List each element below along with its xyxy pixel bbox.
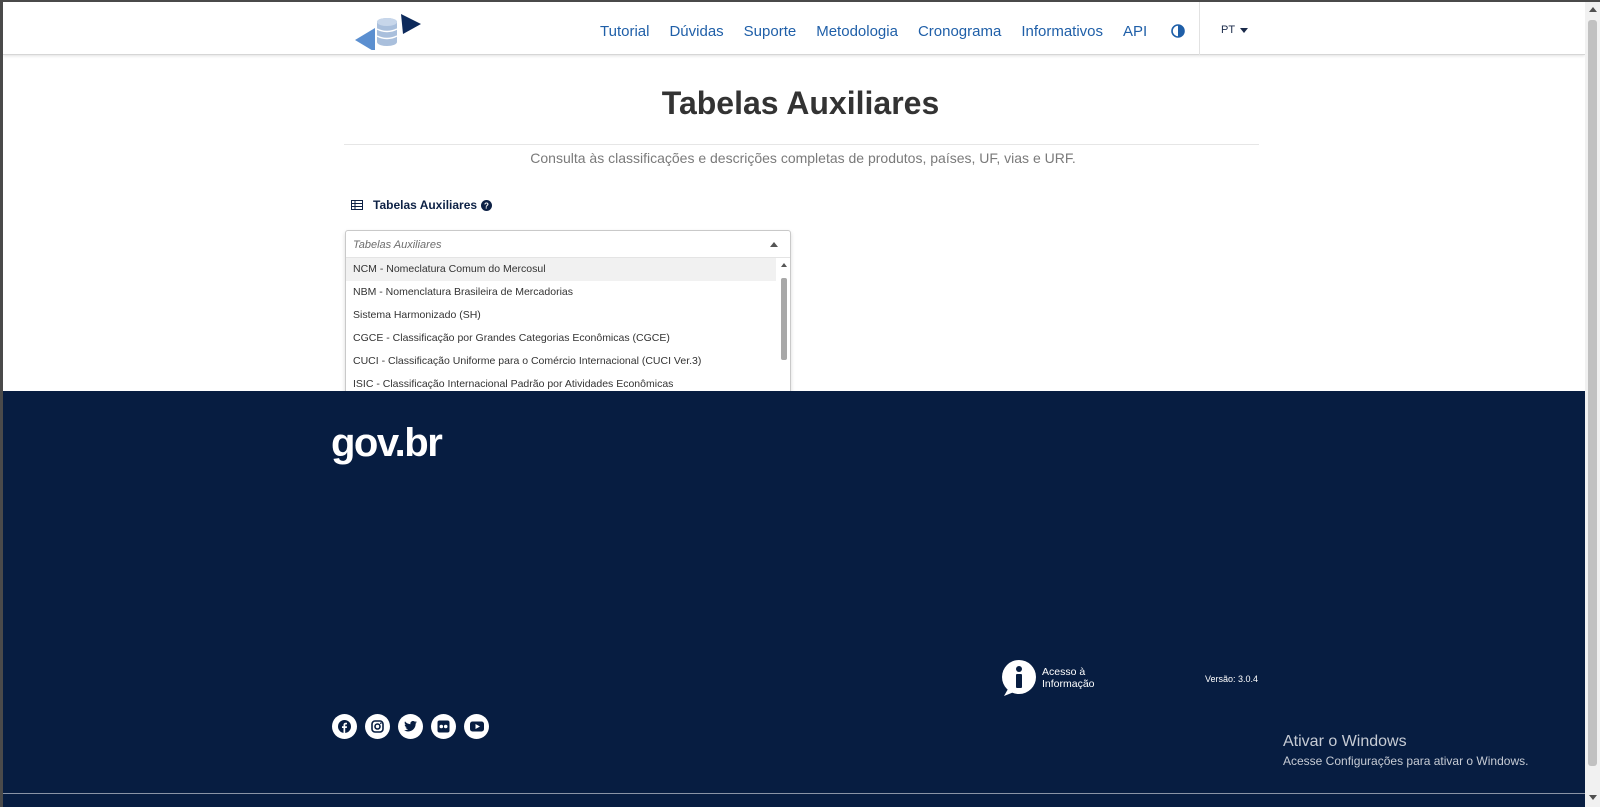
acesso-text: Acesso à Informação [1042,666,1102,690]
scroll-up-arrow-icon[interactable] [781,263,787,267]
select-placeholder: Tabelas Auxiliares [353,239,442,251]
scroll-up-arrow-icon[interactable] [1589,7,1597,12]
scrollbar-thumb[interactable] [781,278,787,360]
acesso-line-1: Acesso à [1042,666,1086,678]
select-option[interactable]: CGCE - Classificação por Grandes Categor… [346,327,776,350]
activation-line-1: Ativar o Windows [1283,733,1407,750]
nav-metodologia[interactable]: Metodologia [816,23,898,40]
nav-api[interactable]: API [1123,23,1147,40]
page-scrollbar[interactable] [1585,2,1600,807]
contrast-icon[interactable] [1171,24,1185,38]
facebook-icon[interactable] [332,714,357,739]
browser-viewport: Tutorial Dúvidas Suporte Metodologia Cro… [3,2,1585,807]
site-header: Tutorial Dúvidas Suporte Metodologia Cro… [3,2,1585,55]
svg-text:?: ? [484,201,489,210]
flickr-icon[interactable] [431,714,456,739]
footer-divider [3,793,1585,794]
page-title: Tabelas Auxiliares [661,85,940,121]
scroll-down-arrow-icon[interactable] [1589,795,1597,800]
database-logo[interactable] [353,10,423,50]
windows-activation-watermark: Ativar o Windows Acesse Configurações pa… [1283,733,1528,768]
caret-up-icon[interactable] [770,242,778,247]
page-scrollbar-thumb[interactable] [1588,20,1597,766]
select-option[interactable]: NBM - Nomenclatura Brasileira de Mercado… [346,281,776,304]
nav-divider [1199,2,1200,55]
social-links [332,714,497,739]
nav-informativos[interactable]: Informativos [1021,23,1103,40]
instagram-icon[interactable] [365,714,390,739]
select-option[interactable]: NCM - Nomeclatura Comum do Mercosul [346,258,776,281]
info-icon [1002,660,1036,696]
table-icon [351,200,363,210]
nav-suporte[interactable]: Suporte [744,23,797,40]
nav-cronograma[interactable]: Cronograma [918,23,1001,40]
title-divider [344,144,1259,145]
nav-tutorial[interactable]: Tutorial [600,23,649,40]
govbr-logo[interactable]: gov.br [331,421,443,466]
select-input[interactable]: Tabelas Auxiliares [346,231,790,258]
main-nav: Tutorial Dúvidas Suporte Metodologia Cro… [600,19,1167,43]
youtube-icon[interactable] [464,714,489,739]
caret-down-icon [1240,27,1249,33]
site-footer: gov.br Acesso à Informação Versão: 3.0.4 [3,391,1585,807]
section-label-text: Tabelas Auxiliares [373,198,478,212]
language-selector[interactable]: PT [1221,24,1249,36]
acesso-informacao-link[interactable]: Acesso à Informação [1000,659,1102,697]
acesso-line-2: Informação [1042,678,1095,690]
twitter-icon[interactable] [398,714,423,739]
activation-line-2: Acesse Configurações para ativar o Windo… [1283,754,1529,768]
select-option[interactable]: CUCI - Classificação Uniforme para o Com… [346,350,776,373]
nav-duvidas[interactable]: Dúvidas [669,23,723,40]
page-subtitle: Consulta às classificações e descrições … [530,150,1076,166]
language-label: PT [1221,24,1236,36]
version-label: Versão: 3.0.4 [1205,674,1259,684]
question-circle-icon[interactable]: ? [481,199,493,211]
select-option[interactable]: Sistema Harmonizado (SH) [346,304,776,327]
section-label: Tabelas Auxiliares ? [351,198,493,212]
